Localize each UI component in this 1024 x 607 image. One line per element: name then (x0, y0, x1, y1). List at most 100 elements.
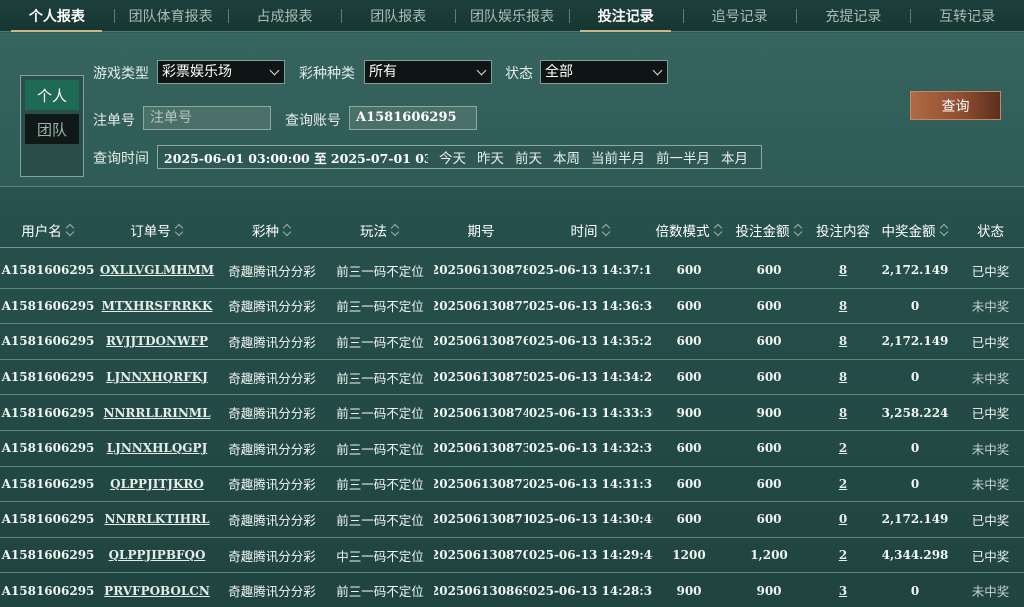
username-cell-text: A1581606295 (1, 583, 95, 598)
bet-content-link-text[interactable]: 8 (839, 334, 847, 348)
col-time[interactable]: 时间 (528, 220, 653, 240)
tab-deposit-withdraw-records[interactable]: 充提记录 (796, 0, 910, 31)
bet-content-link[interactable]: 8 (813, 370, 873, 384)
multiplier-cell: 600 (653, 334, 725, 348)
bet-content-link-text[interactable]: 8 (839, 299, 847, 313)
bet-content-link[interactable]: 8 (813, 406, 873, 420)
quick-previous-half-month[interactable]: 前一半月 (656, 147, 710, 167)
order-number-link-text[interactable]: PRVFPOBOLCN (104, 584, 210, 598)
col-play-method[interactable]: 玩法 (326, 220, 434, 240)
status-cell: 未中奖 (957, 581, 1024, 600)
col-prize-amount[interactable]: 中奖金额 (873, 220, 957, 240)
col-bet-amount[interactable]: 投注金额 (725, 220, 813, 240)
status-cell: 已中奖 (957, 261, 1024, 280)
order-number-link-text[interactable]: NNRRLLRINML (103, 406, 210, 420)
status-select[interactable]: 全部 (540, 60, 668, 84)
order-number-link-text[interactable]: RVJJTDONWFP (106, 334, 208, 348)
quick-today[interactable]: 今天 (439, 147, 466, 167)
play-method-cell-text: 前三一码不定位 (336, 512, 424, 528)
multiplier-cell: 1200 (653, 548, 725, 562)
bet-content-link[interactable]: 8 (813, 334, 873, 348)
multiplier-cell-text: 900 (676, 405, 702, 420)
bet-content-link-text[interactable]: 0 (839, 512, 847, 526)
order-number-link-text[interactable]: QLPPJITJKRO (110, 477, 204, 491)
order-number-link-text[interactable]: QLPPJIPBFQO (109, 548, 206, 562)
query-button[interactable]: 查询 (910, 91, 1001, 120)
scope-personal-button[interactable]: 个人 (25, 80, 79, 110)
tab-team-sports-report[interactable]: 团队体育报表 (113, 0, 228, 31)
bet-content-link[interactable]: 2 (813, 477, 873, 491)
bet-content-link-text[interactable]: 8 (839, 406, 847, 420)
quick-day-before[interactable]: 前天 (515, 147, 542, 167)
quick-this-week[interactable]: 本周 (553, 147, 580, 167)
chevron-down-icon (476, 65, 487, 76)
issue-cell-text: 202506130872 (434, 476, 528, 491)
tab-team-entertainment-report[interactable]: 团队娱乐报表 (455, 0, 569, 31)
order-number-link-text[interactable]: OXLLVGLMHMM (100, 263, 214, 277)
issue-cell: 202506130876 (434, 334, 528, 348)
date-range-picker[interactable]: 2025-06-01 03:00:00 至 2025-07-01 03:00:0… (157, 145, 762, 169)
col-lottery[interactable]: 彩种 (218, 220, 326, 240)
order-number-input[interactable]: 注单号 (143, 106, 271, 130)
quick-current-half-month[interactable]: 当前半月 (591, 147, 645, 167)
order-number-link-text[interactable]: LJNNXHQRFKJ (106, 370, 208, 384)
bet-content-link-text[interactable]: 2 (839, 477, 847, 491)
order-number-link[interactable]: LJNNXHQRFKJ (96, 370, 218, 384)
lottery-cell: 奇趣腾讯分分彩 (218, 581, 326, 600)
order-number-link-text[interactable]: NNRRLKTIHRL (104, 512, 209, 526)
order-number-link-text[interactable]: MTXHRSFRRKK (102, 299, 213, 313)
order-number-link[interactable]: OXLLVGLMHMM (96, 263, 218, 277)
tab-transfer-records[interactable]: 互转记录 (910, 0, 1024, 31)
scope-team-button[interactable]: 团队 (25, 114, 79, 144)
order-number-link[interactable]: NNRRLLRINML (96, 406, 218, 420)
col-username[interactable]: 用户名 (0, 220, 96, 240)
status-cell-text: 已中奖 (971, 263, 1010, 279)
order-number-link[interactable]: NNRRLKTIHRL (96, 512, 218, 526)
username-cell-text: A1581606295 (1, 370, 95, 385)
query-account-input[interactable]: A1581606295 (349, 106, 477, 130)
order-number-link[interactable]: PRVFPOBOLCN (96, 584, 218, 598)
col-multiplier[interactable]: 倍数模式 (653, 220, 725, 240)
issue-cell: 202506130877 (434, 299, 528, 313)
issue-cell: 202506130873 (434, 441, 528, 455)
date-range-value[interactable]: 2025-06-01 03:00:00 至 2025-07-01 03:00:0… (158, 148, 428, 167)
lottery-cell: 奇趣腾讯分分彩 (218, 474, 326, 493)
bet-content-link[interactable]: 3 (813, 584, 873, 598)
bet-content-link-text[interactable]: 2 (839, 548, 847, 562)
order-number-link[interactable]: LJNNXHLQGPJ (96, 441, 218, 455)
bet-content-link[interactable]: 2 (813, 548, 873, 562)
tab-personal-report[interactable]: 个人报表 (0, 0, 114, 32)
tab-share-report[interactable]: 占成报表 (227, 0, 342, 31)
bet-content-link-text[interactable]: 8 (839, 263, 847, 277)
sort-icon (795, 224, 803, 236)
issue-cell-text: 202506130878 (434, 263, 528, 278)
order-number-link[interactable]: QLPPJITJKRO (96, 477, 218, 491)
sort-icon (67, 224, 75, 236)
time-cell: 2025-06-13 14:34:29 (528, 370, 653, 384)
lottery-cell-text: 奇趣腾讯分分彩 (228, 299, 316, 315)
play-method-cell-text: 前三一码不定位 (336, 263, 424, 279)
tab-chase-records[interactable]: 追号记录 (682, 0, 797, 31)
bet-content-link[interactable]: 8 (813, 263, 873, 277)
lottery-type-select[interactable]: 所有 (364, 60, 492, 84)
bet-content-link[interactable]: 2 (813, 441, 873, 455)
col-order-number[interactable]: 订单号 (96, 220, 218, 240)
bet-amount-cell: 900 (725, 584, 813, 598)
time-cell: 2025-06-13 14:35:22 (528, 334, 653, 348)
time-cell-text: 2025-06-13 14:30:40 (528, 512, 653, 527)
game-type-select[interactable]: 彩票娱乐场 (157, 60, 285, 84)
bet-content-link-text[interactable]: 2 (839, 441, 847, 455)
order-number-link[interactable]: MTXHRSFRRKK (96, 299, 218, 313)
order-number-link-text[interactable]: LJNNXHLQGPJ (107, 441, 208, 455)
play-method-cell: 中三一码不定位 (326, 546, 434, 565)
bet-content-link-text[interactable]: 8 (839, 370, 847, 384)
quick-yesterday[interactable]: 昨天 (477, 147, 504, 167)
order-number-link[interactable]: QLPPJIPBFQO (96, 548, 218, 562)
bet-content-link[interactable]: 0 (813, 512, 873, 526)
tab-team-report[interactable]: 团队报表 (341, 0, 455, 31)
bet-content-link[interactable]: 8 (813, 299, 873, 313)
tab-bet-records[interactable]: 投注记录 (568, 0, 683, 32)
bet-content-link-text[interactable]: 3 (839, 584, 847, 598)
quick-this-month[interactable]: 本月 (721, 147, 748, 167)
order-number-link[interactable]: RVJJTDONWFP (96, 334, 218, 348)
